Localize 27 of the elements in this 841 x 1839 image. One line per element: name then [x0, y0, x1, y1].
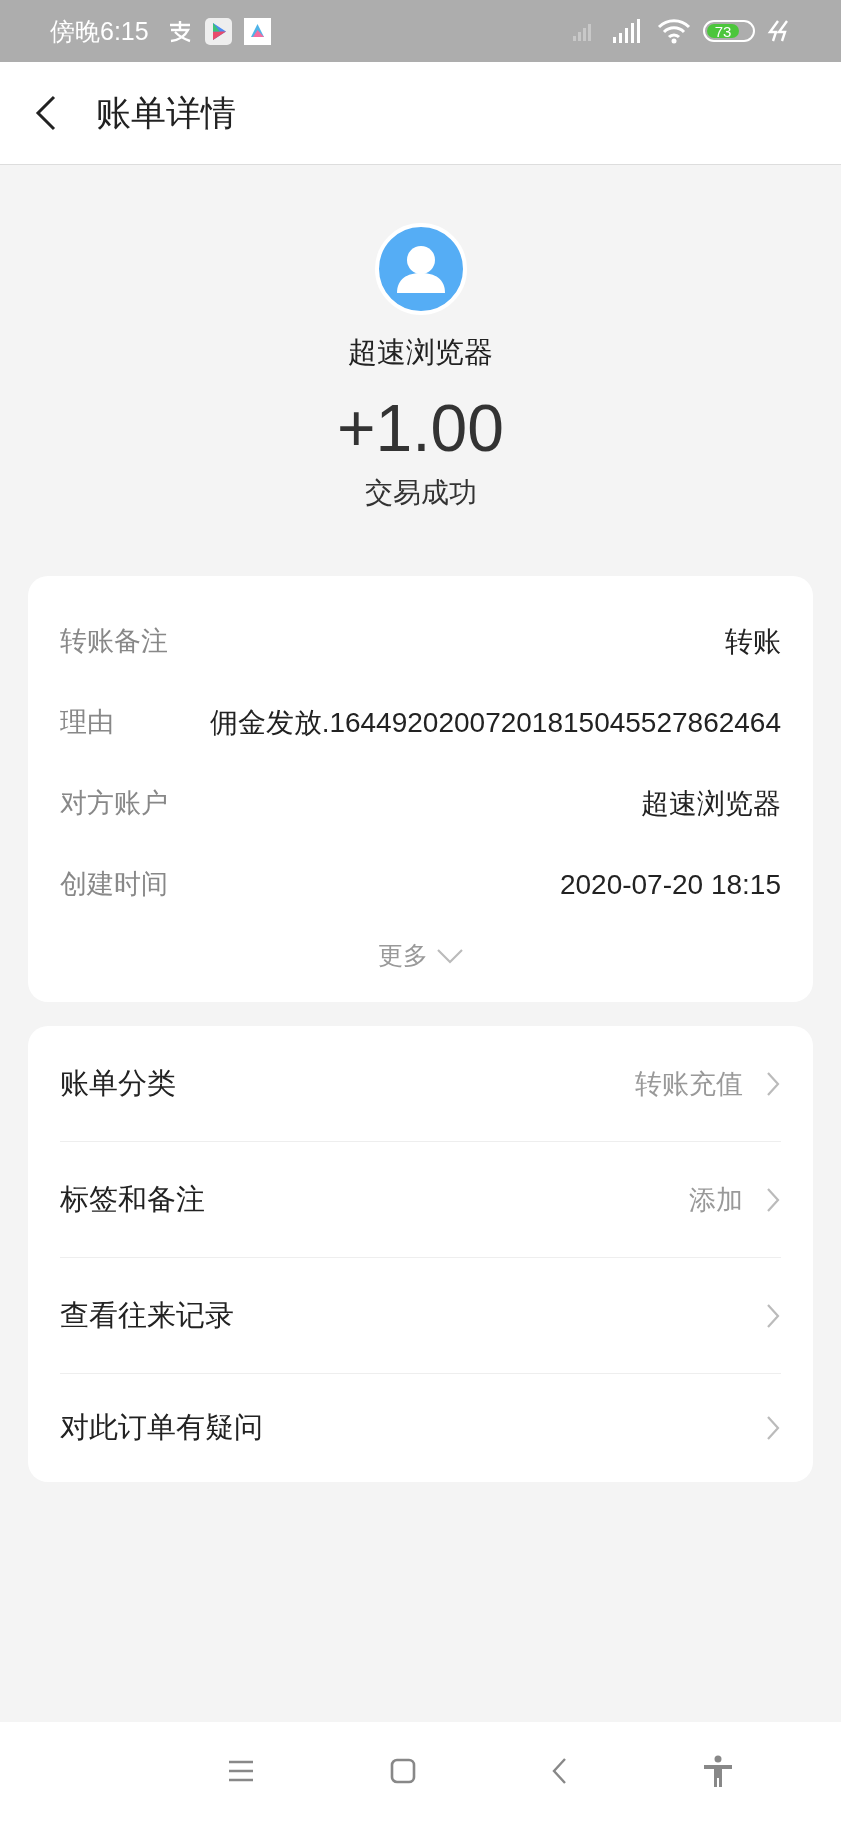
detail-value: 2020-07-20 18:15 — [559, 867, 781, 902]
transaction-status: 交易成功 — [364, 476, 477, 511]
payer-name: 超速浏览器 — [348, 335, 493, 370]
home-icon[interactable] — [389, 1757, 416, 1784]
menu-row[interactable]: 对此订单有疑问 — [60, 1374, 781, 1483]
detail-label: 转账备注 — [60, 625, 168, 659]
menu-icon[interactable] — [227, 1759, 254, 1782]
detail-value: 佣金发放.16449202007201815045527862464 — [209, 706, 781, 740]
detail-value: 超速浏览器 — [641, 786, 781, 821]
detail-label: 理由 — [60, 706, 114, 739]
charging-icon — [767, 19, 791, 43]
play-store-icon — [204, 17, 232, 45]
chevron-down-icon — [435, 946, 464, 965]
wifi-icon — [657, 18, 691, 44]
menu-row[interactable]: 标签和备注 添加 — [60, 1142, 781, 1259]
detail-label: 创建时间 — [60, 867, 168, 901]
menu-row[interactable]: 查看往来记录 — [60, 1258, 781, 1375]
battery-level: 73 — [707, 24, 740, 38]
amount: +1.00 — [337, 390, 504, 467]
detail-value: 转账 — [725, 625, 781, 660]
menu-row[interactable]: 账单分类 转账充值 — [60, 1026, 781, 1143]
clock-time: 傍晚6:15 — [50, 15, 149, 47]
detail-label: 对方账户 — [60, 786, 168, 820]
avatar-icon — [374, 223, 467, 315]
page-title: 账单详情 — [96, 91, 236, 134]
app-icon — [243, 17, 271, 45]
accessibility-icon[interactable] — [703, 1754, 734, 1787]
